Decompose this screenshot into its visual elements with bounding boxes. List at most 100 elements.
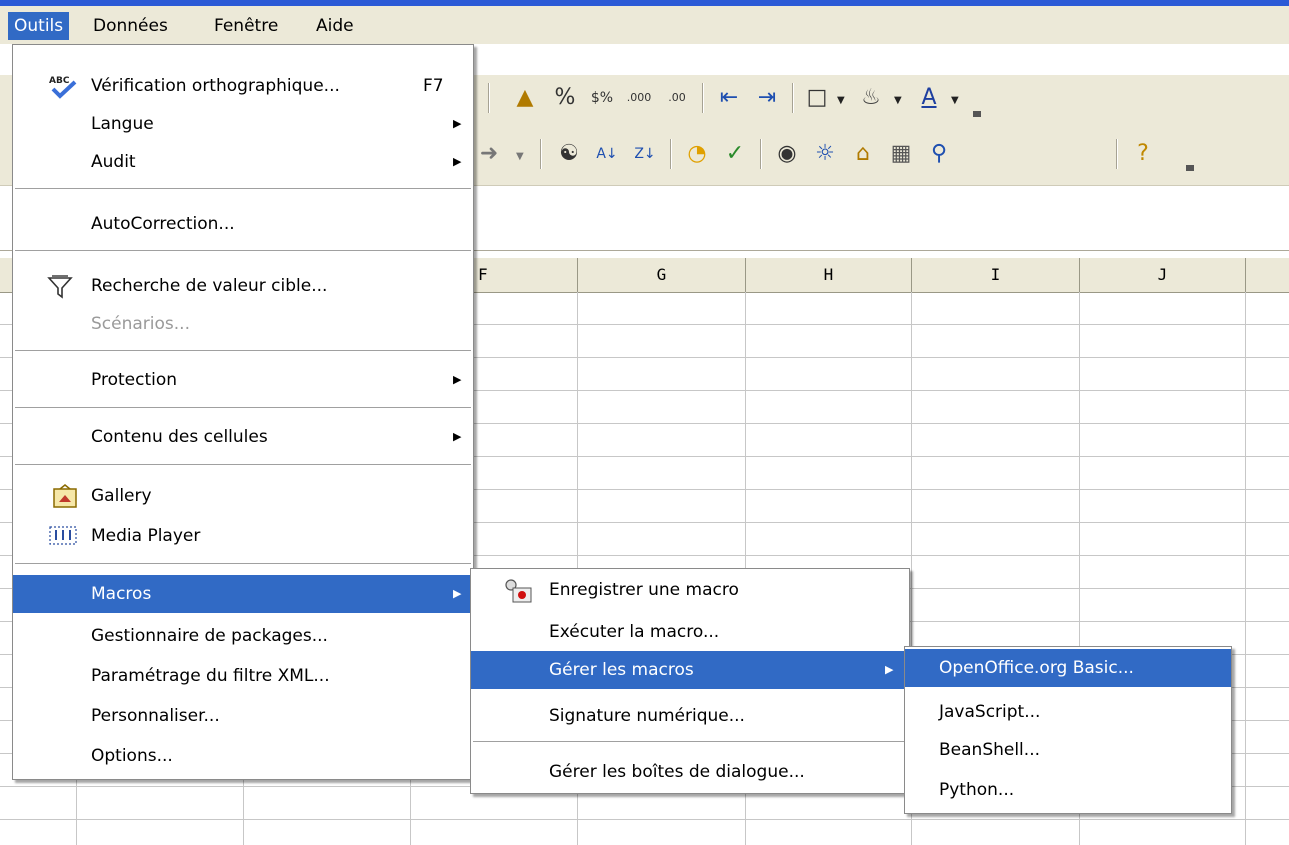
toolbar-separator [760,139,761,169]
data-sources-icon[interactable]: ▦ [884,137,918,171]
menu-item-label: Paramétrage du filtre XML... [91,666,330,686]
menu-item-label: Signature numérique... [549,706,745,726]
menu-item-label: Recherche de valeur cible... [91,276,328,296]
chart-icon[interactable]: ◔ [680,137,714,171]
menu-item-protection[interactable]: Protection ▶ [13,361,473,399]
menu-item-enregistrer-macro[interactable]: Enregistrer une macro [471,571,909,609]
menu-item-label: Contenu des cellules [91,427,268,447]
toolbar-separator [540,139,541,169]
menu-item-label: Protection [91,370,178,390]
menu-item-personnaliser[interactable]: Personnaliser... [13,697,473,735]
submenu-arrow-icon: ▶ [453,373,462,386]
toolbar-separator [792,83,793,113]
column-header-j[interactable]: J [1080,258,1246,292]
menu-item-gerer-boites-dialogue[interactable]: Gérer les boîtes de dialogue... [471,753,909,791]
toolbar-separator [670,139,671,169]
draw-functions-icon[interactable]: ✓ [718,137,752,171]
help-icon[interactable]: ? [1126,137,1160,171]
menu-item-contenu-cellules[interactable]: Contenu des cellules ▶ [13,418,473,456]
toolbar-overflow-icon[interactable] [973,111,981,117]
sort-ascending-icon[interactable]: A↓ [590,137,624,171]
borders-dropdown-icon[interactable]: ▼ [837,95,845,106]
zoom-icon[interactable]: ⚲ [922,137,956,171]
redo-dropdown-icon[interactable]: ▼ [516,151,524,162]
menu-donnees[interactable]: Données [87,12,174,40]
redo-icon[interactable]: ➜ [472,137,506,171]
menu-item-javascript[interactable]: JavaScript... [905,693,1231,731]
background-color-dropdown-icon[interactable]: ▼ [894,95,902,106]
menu-separator [473,741,907,742]
grid-line [1245,292,1246,845]
menu-item-openoffice-basic[interactable]: OpenOffice.org Basic... [905,649,1231,687]
menu-separator [15,464,471,465]
menu-separator [15,188,471,189]
menu-item-label: Media Player [91,526,201,546]
menu-outils[interactable]: Outils [8,12,70,40]
menu-item-label: Langue [91,114,154,134]
remove-decimal-icon[interactable]: .00 [660,81,694,115]
shortcut-label: F7 [423,76,444,96]
menu-item-gestionnaire-packages[interactable]: Gestionnaire de packages... [13,617,473,655]
macros-submenu: Enregistrer une macro Exécuter la macro.… [470,568,910,794]
menu-fenetre[interactable]: Fenêtre [208,12,284,40]
menu-aide[interactable]: Aide [310,12,360,40]
font-color-dropdown-icon[interactable]: ▼ [951,95,959,106]
menu-item-media-player[interactable]: Media Player [13,517,473,555]
menu-item-label: JavaScript... [939,702,1041,722]
menu-separator [15,563,471,564]
menu-item-python[interactable]: Python... [905,771,1231,809]
menu-item-label: Macros [91,584,152,604]
menu-item-label: Personnaliser... [91,706,220,726]
menu-item-verification[interactable]: ABC Vérification orthographique... F7 [13,67,473,105]
menu-item-label: Gérer les macros [549,660,694,680]
menu-item-signature-numerique[interactable]: Signature numérique... [471,697,909,735]
submenu-arrow-icon: ▶ [885,663,894,676]
menu-item-gerer-macros[interactable]: Gérer les macros ▶ [471,651,909,689]
menu-item-label: Options... [91,746,173,766]
currency-format-icon[interactable]: ▲ [508,81,542,115]
hyperlink-icon[interactable]: ☯ [552,137,586,171]
menu-item-parametrage-filtre-xml[interactable]: Paramétrage du filtre XML... [13,657,473,695]
column-header-i[interactable]: I [912,258,1080,292]
column-header-g[interactable]: G [578,258,746,292]
menu-separator [15,250,471,251]
record-macro-icon [503,578,532,603]
menu-item-audit[interactable]: Audit ▶ [13,143,473,181]
menu-separator [15,407,471,408]
menu-item-beanshell[interactable]: BeanShell... [905,731,1231,769]
navigator-icon[interactable]: ☼ [808,137,842,171]
add-decimal-icon[interactable]: .000 [622,81,656,115]
menu-item-label: BeanShell... [939,740,1040,760]
find-replace-icon[interactable]: ◉ [770,137,804,171]
menu-item-label: AutoCorrection... [91,214,235,234]
svg-text:ABC: ABC [49,76,70,86]
menu-item-label: Enregistrer une macro [549,580,739,600]
increase-indent-icon[interactable]: ⇥ [750,81,784,115]
menu-item-options[interactable]: Options... [13,737,473,775]
decrease-indent-icon[interactable]: ⇤ [712,81,746,115]
percent-format-icon[interactable]: % [548,81,582,115]
menu-bar: Outils Données Fenêtre Aide [0,0,1289,44]
menu-item-langue[interactable]: Langue ▶ [13,105,473,143]
menu-item-recherche-valeur-cible[interactable]: Recherche de valeur cible... [13,267,473,305]
standard-format-icon[interactable]: $% [585,81,619,115]
menu-item-label: OpenOffice.org Basic... [939,658,1134,678]
menu-item-autocorrection[interactable]: AutoCorrection... [13,205,473,243]
menu-item-label: Python... [939,780,1015,800]
sort-descending-icon[interactable]: Z↓ [628,137,662,171]
menu-item-label: Gallery [91,486,152,506]
toolbar-overflow-icon[interactable] [1186,165,1194,171]
column-header-h[interactable]: H [746,258,912,292]
menu-item-macros[interactable]: Macros ▶ [13,575,473,613]
gerer-macros-submenu: OpenOffice.org Basic... JavaScript... Be… [904,646,1232,814]
borders-icon[interactable]: □ [800,81,834,115]
font-color-icon[interactable]: A [912,81,946,115]
toolbar-separator [1116,139,1117,169]
menu-item-scenarios[interactable]: Scénarios... [13,305,473,343]
gallery-toolbar-icon[interactable]: ⌂ [846,137,880,171]
submenu-arrow-icon: ▶ [453,430,462,443]
background-color-icon[interactable]: ♨ [854,81,888,115]
menu-item-executer-macro[interactable]: Exécuter la macro... [471,613,909,651]
submenu-arrow-icon: ▶ [453,117,462,130]
menu-item-gallery[interactable]: Gallery [13,477,473,515]
